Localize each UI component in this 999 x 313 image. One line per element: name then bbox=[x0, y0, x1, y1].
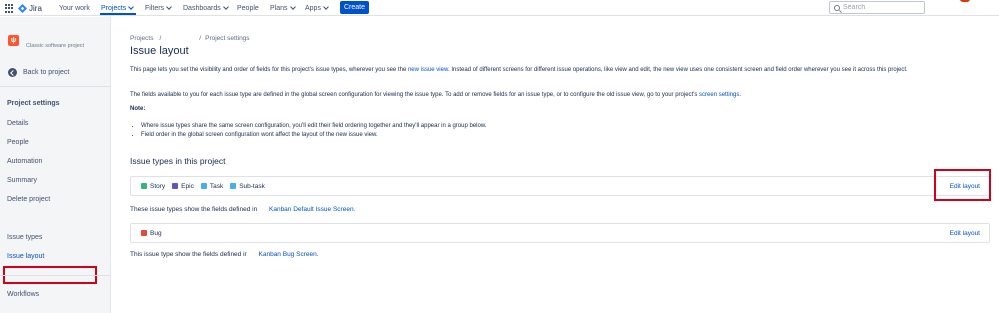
sidebar-item-summary[interactable]: Summary bbox=[7, 177, 37, 184]
chevron-down-icon bbox=[128, 3, 135, 10]
sidebar-item-workflows[interactable]: Workflows bbox=[7, 291, 39, 298]
sidebar-item-automation[interactable]: Automation bbox=[7, 158, 42, 165]
bug-icon bbox=[141, 230, 147, 236]
screen-info-text: These issue types show the fields define… bbox=[130, 206, 258, 213]
nav-plans[interactable]: Plans bbox=[270, 3, 296, 13]
fields-text: . bbox=[739, 92, 742, 98]
screen-info: These issue types show the fields define… bbox=[130, 206, 355, 213]
note-list: Where issue types share the same screen … bbox=[141, 122, 487, 140]
nav-label: Your work bbox=[59, 4, 90, 12]
intro-paragraph: This page lets you set the visibility an… bbox=[130, 66, 990, 75]
chevron-down-icon bbox=[166, 3, 172, 10]
sidebar-divider bbox=[0, 86, 110, 87]
search-icon bbox=[834, 4, 840, 11]
sidebar: ψ Classic software project Back to proje… bbox=[0, 17, 111, 313]
issue-type-task: Task bbox=[200, 182, 224, 190]
chevron-down-icon bbox=[289, 3, 296, 10]
sidebar-item-issue-types[interactable]: Issue types bbox=[7, 234, 42, 241]
issue-type-label: Sub-task bbox=[239, 182, 265, 190]
edit-layout-link[interactable]: Edit layout bbox=[950, 230, 980, 237]
nav-label: Plans bbox=[270, 4, 288, 12]
jira-logo[interactable]: Jira bbox=[18, 2, 42, 14]
nav-label: Projects bbox=[101, 4, 127, 12]
project-type: Classic software project bbox=[26, 43, 85, 49]
project-avatar[interactable]: ψ bbox=[8, 35, 19, 46]
issue-type-bug: Bug bbox=[141, 230, 162, 237]
issue-type-epic: Epic bbox=[172, 183, 194, 190]
back-label: Back to project bbox=[23, 68, 70, 76]
issue-type-label: Epic bbox=[181, 182, 194, 190]
breadcrumb-projects[interactable]: Projects bbox=[130, 35, 153, 42]
arrow-left-icon bbox=[8, 67, 17, 77]
chevron-down-icon bbox=[323, 3, 329, 10]
section-title: Issue types in this project bbox=[130, 156, 226, 166]
screen-link[interactable]: Kanban Default Issue Screen. bbox=[269, 206, 355, 213]
story-icon bbox=[141, 183, 147, 189]
issue-type-subtask: Sub-task bbox=[230, 183, 265, 190]
app-switcher-icon[interactable] bbox=[5, 4, 14, 13]
screen-info-text: This issue type show the fields defined … bbox=[130, 251, 247, 258]
edit-layout-highlight bbox=[934, 169, 991, 201]
project-name bbox=[26, 33, 56, 38]
fields-text: The fields available to you for each iss… bbox=[130, 92, 700, 98]
nav-label: People bbox=[237, 4, 259, 12]
task-icon bbox=[200, 183, 207, 189]
issue-type-label: Story bbox=[150, 182, 166, 190]
fields-paragraph: The fields available to you for each iss… bbox=[130, 91, 990, 100]
screen-info: This issue type show the fields defined … bbox=[130, 251, 319, 258]
logo-text: Jira bbox=[29, 3, 42, 13]
nav-label: Dashboards bbox=[183, 4, 221, 12]
search-box[interactable] bbox=[829, 1, 925, 14]
nav-label: Filters bbox=[145, 4, 165, 12]
active-nav-indicator bbox=[100, 13, 136, 15]
search-input[interactable] bbox=[843, 4, 913, 11]
nav-apps[interactable]: Apps bbox=[305, 3, 329, 13]
nav-projects[interactable]: Projects bbox=[101, 3, 135, 13]
sidebar-divider bbox=[0, 275, 110, 276]
jira-icon bbox=[18, 3, 27, 13]
screen-link[interactable]: Kanban Bug Screen. bbox=[259, 251, 319, 258]
nav-filters[interactable]: Filters bbox=[145, 3, 172, 13]
nav-your-work[interactable]: Your work bbox=[59, 3, 90, 13]
notification-badge[interactable] bbox=[960, 0, 970, 2]
breadcrumb-project-name[interactable] bbox=[165, 35, 195, 42]
screen-settings-link[interactable]: screen settings bbox=[699, 92, 739, 98]
create-button[interactable]: Create bbox=[340, 1, 369, 14]
sidebar-item-people[interactable]: People bbox=[7, 139, 29, 146]
sidebar-item-issue-layout[interactable]: Issue layout bbox=[7, 253, 44, 260]
issue-type-story: Story bbox=[141, 183, 165, 190]
sidebar-item-delete-project[interactable]: Delete project bbox=[7, 196, 50, 203]
nav-people[interactable]: People bbox=[237, 3, 259, 13]
note-item: Where issue types share the same screen … bbox=[141, 122, 487, 131]
breadcrumb-separator: / bbox=[159, 35, 162, 42]
intro-text: . Instead of different screens for diffe… bbox=[447, 67, 908, 73]
breadcrumb: Projects / / Project settings bbox=[130, 35, 250, 42]
issue-type-label: Task bbox=[209, 182, 224, 190]
issue-type-label: Bug bbox=[150, 229, 162, 237]
chevron-down-icon bbox=[222, 3, 229, 10]
breadcrumb-project-settings[interactable]: Project settings bbox=[205, 35, 249, 42]
issue-type-group: Story Epic Task Sub-task Edit layout bbox=[130, 176, 990, 196]
issue-type-group: Bug Edit layout bbox=[130, 223, 990, 243]
main-content: Projects / / Project settings Issue layo… bbox=[111, 17, 999, 313]
sidebar-heading: Project settings bbox=[7, 100, 60, 107]
back-to-project-link[interactable]: Back to project bbox=[8, 67, 69, 77]
page-title: Issue layout bbox=[130, 45, 189, 57]
sidebar-item-details[interactable]: Details bbox=[7, 120, 28, 127]
new-issue-view-link[interactable]: new issue view bbox=[408, 67, 448, 73]
nav-dashboards[interactable]: Dashboards bbox=[183, 3, 229, 13]
note-item: Field order in the global screen configu… bbox=[141, 131, 487, 140]
nav-label: Apps bbox=[305, 4, 321, 12]
intro-text: This page lets you set the visibility an… bbox=[130, 67, 408, 73]
breadcrumb-separator: / bbox=[199, 35, 202, 42]
subtask-icon bbox=[230, 183, 237, 189]
top-navigation: Jira Your work Projects Filters Dashboar… bbox=[0, 0, 999, 16]
epic-icon bbox=[172, 183, 179, 189]
note-label: Note: bbox=[130, 106, 146, 112]
